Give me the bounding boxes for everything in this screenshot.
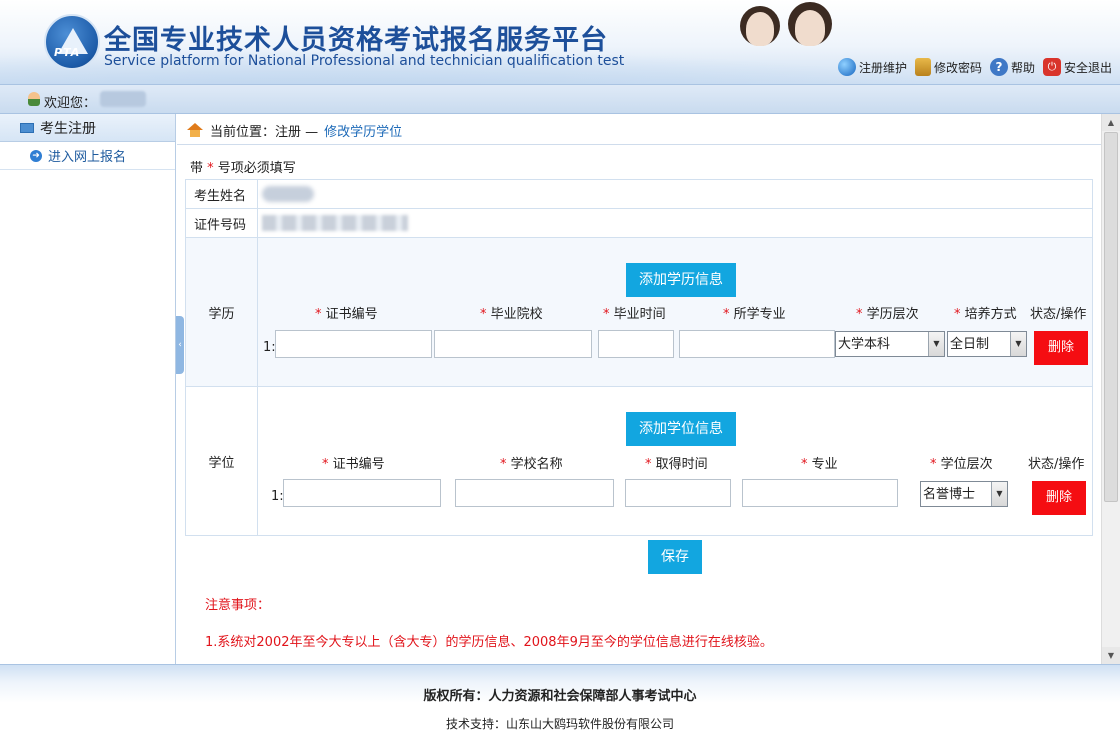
- id-label: 证件号码: [185, 208, 258, 238]
- scroll-thumb[interactable]: [1104, 132, 1118, 502]
- help-link[interactable]: ? 帮助: [989, 58, 1035, 76]
- row-number: 1:: [271, 489, 284, 504]
- col-status: 状态/操作: [1030, 307, 1087, 322]
- name-label: 考生姓名: [185, 179, 258, 209]
- col-major: * 所学专业: [723, 307, 786, 322]
- main-content: 当前位置：注册 — 修改学历学位 带 * 号项必须填写 考生姓名 证件号码 学历…: [177, 114, 1101, 664]
- globe-icon: [837, 58, 856, 76]
- sidebar-item-online-registration[interactable]: ➜ 进入网上报名: [0, 142, 175, 170]
- panel-icon: [20, 122, 34, 133]
- site-title: 全国专业技术人员资格考试报名服务平台: [104, 25, 608, 56]
- lock-icon: [914, 58, 931, 76]
- degree-school-input[interactable]: [455, 479, 614, 507]
- degree-level-select[interactable]: 名誉博士 ▼: [920, 481, 1008, 507]
- breadcrumb: 当前位置：注册 — 修改学历学位: [187, 121, 402, 140]
- help-icon: ?: [989, 58, 1008, 76]
- delete-education-button[interactable]: 删除: [1034, 331, 1088, 365]
- sidebar: 考生注册 ➜ 进入网上报名: [0, 114, 176, 664]
- degree-section: 学位 添加学位信息 * 证书编号 * 学校名称 * 取得时间 * 专业 * 学位…: [185, 386, 1093, 536]
- vertical-scrollbar[interactable]: ▲ ▼: [1101, 114, 1120, 664]
- chevron-down-icon: ▼: [928, 332, 944, 356]
- edu-cert-number-input[interactable]: [275, 330, 432, 358]
- site-subtitle: Service platform for National Profession…: [104, 53, 625, 69]
- tech-support-text: 技术支持：山东山大鸥玛软件股份有限公司: [445, 717, 674, 731]
- header-photo: [700, 0, 850, 84]
- edu-level-select[interactable]: 大学本科 ▼: [835, 331, 945, 357]
- col-obtained-date: * 取得时间: [645, 457, 708, 472]
- power-icon: ⏻: [1042, 58, 1061, 76]
- degree-major-input[interactable]: [742, 479, 898, 507]
- redacted-name: [262, 186, 314, 202]
- redacted-id-number: [262, 215, 408, 231]
- edu-grad-date-input[interactable]: [598, 330, 674, 358]
- notes-title: 注意事项：: [205, 598, 271, 613]
- top-links: 注册维护 修改密码 ? 帮助 ⏻ 安全退出: [837, 58, 1112, 76]
- logout-link[interactable]: ⏻ 安全退出: [1042, 58, 1112, 76]
- delete-degree-button[interactable]: 删除: [1032, 481, 1086, 515]
- chevron-down-icon: ▼: [1010, 332, 1026, 356]
- education-section: 学历 添加学历信息 * 证书编号 * 毕业院校 * 毕业时间 * 所学专业 * …: [185, 237, 1093, 387]
- save-button[interactable]: 保存: [648, 540, 702, 574]
- scroll-down-icon[interactable]: ▼: [1102, 647, 1120, 664]
- welcome-label: 欢迎您：: [44, 96, 97, 111]
- id-row: 证件号码: [185, 208, 1093, 238]
- name-row: 考生姓名: [185, 179, 1093, 209]
- edu-school-input[interactable]: [434, 330, 592, 358]
- registration-form-table: 考生姓名 证件号码 学历 添加学历信息 * 证书编号 * 毕业院校 * 毕业时间…: [185, 179, 1093, 536]
- breadcrumb-current[interactable]: 修改学历学位: [324, 121, 402, 140]
- copyright-text: 版权所有：人力资源和社会保障部人事考试中心: [423, 689, 697, 704]
- row-number: 1:: [263, 340, 276, 355]
- education-label: 学历: [185, 237, 258, 387]
- degree-label: 学位: [185, 386, 258, 536]
- col-edu-level: * 学历层次: [856, 307, 919, 322]
- study-mode-select[interactable]: 全日制 ▼: [947, 331, 1027, 357]
- change-password-link[interactable]: 修改密码: [914, 58, 982, 76]
- page-header: PTA 全国专业技术人员资格考试报名服务平台 Service platform …: [0, 0, 1120, 84]
- col-grad-date: * 毕业时间: [603, 307, 666, 322]
- add-education-button[interactable]: 添加学历信息: [626, 263, 736, 297]
- scroll-up-icon[interactable]: ▲: [1102, 114, 1120, 131]
- edu-major-input[interactable]: [679, 330, 835, 358]
- page-footer: 版权所有：人力资源和社会保障部人事考试中心 技术支持：山东山大鸥玛软件股份有限公…: [0, 664, 1120, 734]
- arrow-right-icon: ➜: [30, 149, 42, 162]
- add-degree-button[interactable]: 添加学位信息: [626, 412, 736, 446]
- welcome-bar: 欢迎您：: [0, 84, 1120, 114]
- col-school-name: * 学校名称: [500, 457, 563, 472]
- home-icon: [187, 123, 204, 138]
- col-degree-status: 状态/操作: [1028, 457, 1085, 472]
- chevron-down-icon: ▼: [991, 482, 1007, 506]
- degree-obtained-date-input[interactable]: [625, 479, 731, 507]
- col-degree-cert-number: * 证书编号: [322, 457, 385, 472]
- redacted-username: [100, 91, 146, 107]
- col-school: * 毕业院校: [480, 307, 543, 322]
- pta-logo: PTA: [44, 14, 100, 70]
- sidebar-section-header[interactable]: 考生注册: [0, 114, 175, 142]
- degree-cert-number-input[interactable]: [283, 479, 441, 507]
- required-fields-note: 带 * 号项必须填写: [190, 161, 296, 176]
- notes-item: 1.系统对2002年至今大专以上（含大专）的学历信息、2008年9月至今的学位信…: [205, 635, 773, 650]
- col-degree-level: * 学位层次: [930, 457, 993, 472]
- col-degree-major: * 专业: [801, 457, 838, 472]
- user-icon: [28, 92, 40, 106]
- account-maintenance-link[interactable]: 注册维护: [837, 58, 907, 76]
- col-study-mode: * 培养方式: [954, 307, 1017, 322]
- col-cert-number: * 证书编号: [315, 307, 378, 322]
